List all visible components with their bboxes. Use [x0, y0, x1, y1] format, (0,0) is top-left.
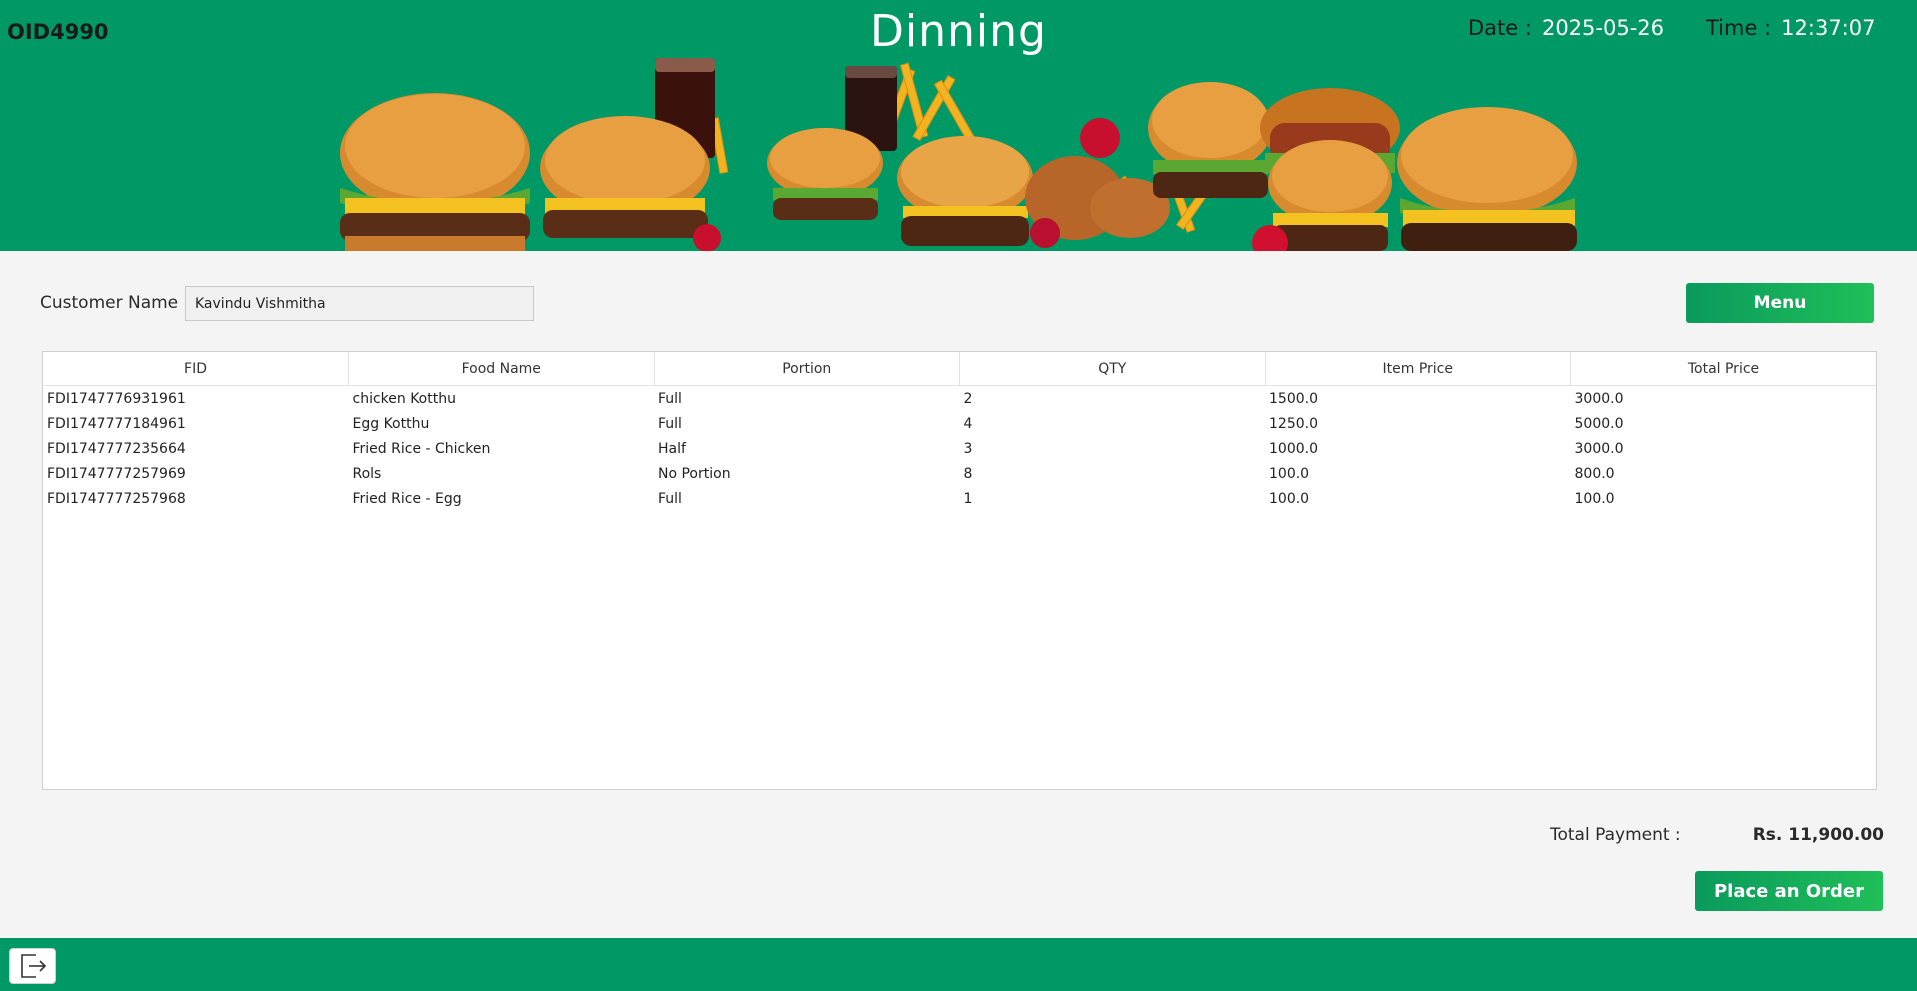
cell-fid: FDI1747777257968 [47, 490, 186, 507]
menu-button[interactable]: Menu [1686, 283, 1874, 323]
column-header-item-price[interactable]: Item Price [1265, 352, 1571, 386]
date-label: Date : [1468, 16, 1532, 40]
cell-food-name: Fried Rice - Egg [352, 490, 462, 507]
column-header-food-name[interactable]: Food Name [348, 352, 655, 386]
cell-qty: 1 [963, 490, 973, 507]
cell-food-name: Fried Rice - Chicken [352, 440, 491, 457]
cell-item-price: 1000.0 [1269, 440, 1318, 457]
cell-portion: Full [658, 415, 682, 432]
table-row[interactable]: FDI1747777184961 Egg Kotthu Full 4 1250.… [43, 411, 1876, 436]
food-banner-image [340, 58, 1577, 251]
cell-food-name: Egg Kotthu [352, 415, 430, 432]
cell-item-price: 100.0 [1269, 465, 1310, 482]
column-header-qty[interactable]: QTY [959, 352, 1266, 386]
order-content: Customer Name Menu FID Food Name Portion… [0, 251, 1917, 938]
logout-button[interactable] [9, 948, 56, 984]
column-header-portion[interactable]: Portion [654, 352, 960, 386]
column-header-fid[interactable]: FID [43, 352, 349, 386]
cell-fid: FDI1747777235664 [47, 440, 186, 457]
table-row[interactable]: FDI1747777235664 Fried Rice - Chicken Ha… [43, 436, 1876, 461]
cell-item-price: 1250.0 [1269, 415, 1318, 432]
date-display: Date : 2025-05-26 [1468, 16, 1664, 40]
time-display: Time : 12:37:07 [1706, 16, 1875, 40]
date-value: 2025-05-26 [1541, 16, 1664, 40]
cell-qty: 4 [963, 415, 973, 432]
customer-name-input[interactable] [185, 286, 534, 321]
table-header-row: FID Food Name Portion QTY Item Price Tot… [43, 352, 1876, 386]
cell-qty: 8 [963, 465, 973, 482]
cell-qty: 3 [963, 440, 973, 457]
footer-bar [0, 938, 1917, 991]
order-items-table[interactable]: FID Food Name Portion QTY Item Price Tot… [42, 351, 1877, 790]
total-payment-value: Rs. 11,900.00 [1752, 825, 1884, 845]
cell-fid: FDI1747777184961 [47, 415, 186, 432]
cell-fid: FDI1747777257969 [47, 465, 186, 482]
cell-portion: Half [658, 440, 686, 457]
total-payment-label: Total Payment : [1550, 825, 1681, 845]
cell-total-price: 3000.0 [1574, 440, 1624, 457]
logout-icon [20, 954, 46, 978]
cell-food-name: chicken Kotthu [352, 390, 456, 407]
table-row[interactable]: FDI1747776931961 chicken Kotthu Full 2 1… [43, 386, 1876, 412]
time-label: Time : [1706, 16, 1772, 40]
cell-portion: No Portion [658, 465, 731, 482]
column-header-total-price[interactable]: Total Price [1570, 352, 1876, 386]
cell-total-price: 3000.0 [1574, 390, 1624, 407]
cell-qty: 2 [963, 390, 973, 407]
cell-item-price: 100.0 [1269, 490, 1310, 507]
table-row[interactable]: FDI1747777257969 Rols No Portion 8 100.0… [43, 461, 1876, 486]
cell-portion: Full [658, 490, 682, 507]
customer-name-label: Customer Name [40, 293, 179, 313]
cell-total-price: 100.0 [1574, 490, 1615, 507]
header-bar: OID4990 Dinning Date :2025-05-26 Time :1… [0, 0, 1917, 251]
cell-fid: FDI1747776931961 [47, 390, 186, 407]
cell-food-name: Rols [352, 465, 382, 482]
table-row[interactable]: FDI1747777257968 Fried Rice - Egg Full 1… [43, 486, 1876, 511]
cell-total-price: 5000.0 [1574, 415, 1624, 432]
cell-total-price: 800.0 [1574, 465, 1615, 482]
time-value: 12:37:07 [1781, 16, 1876, 40]
place-order-button[interactable]: Place an Order [1695, 871, 1883, 911]
cell-item-price: 1500.0 [1269, 390, 1318, 407]
cell-portion: Full [658, 390, 682, 407]
